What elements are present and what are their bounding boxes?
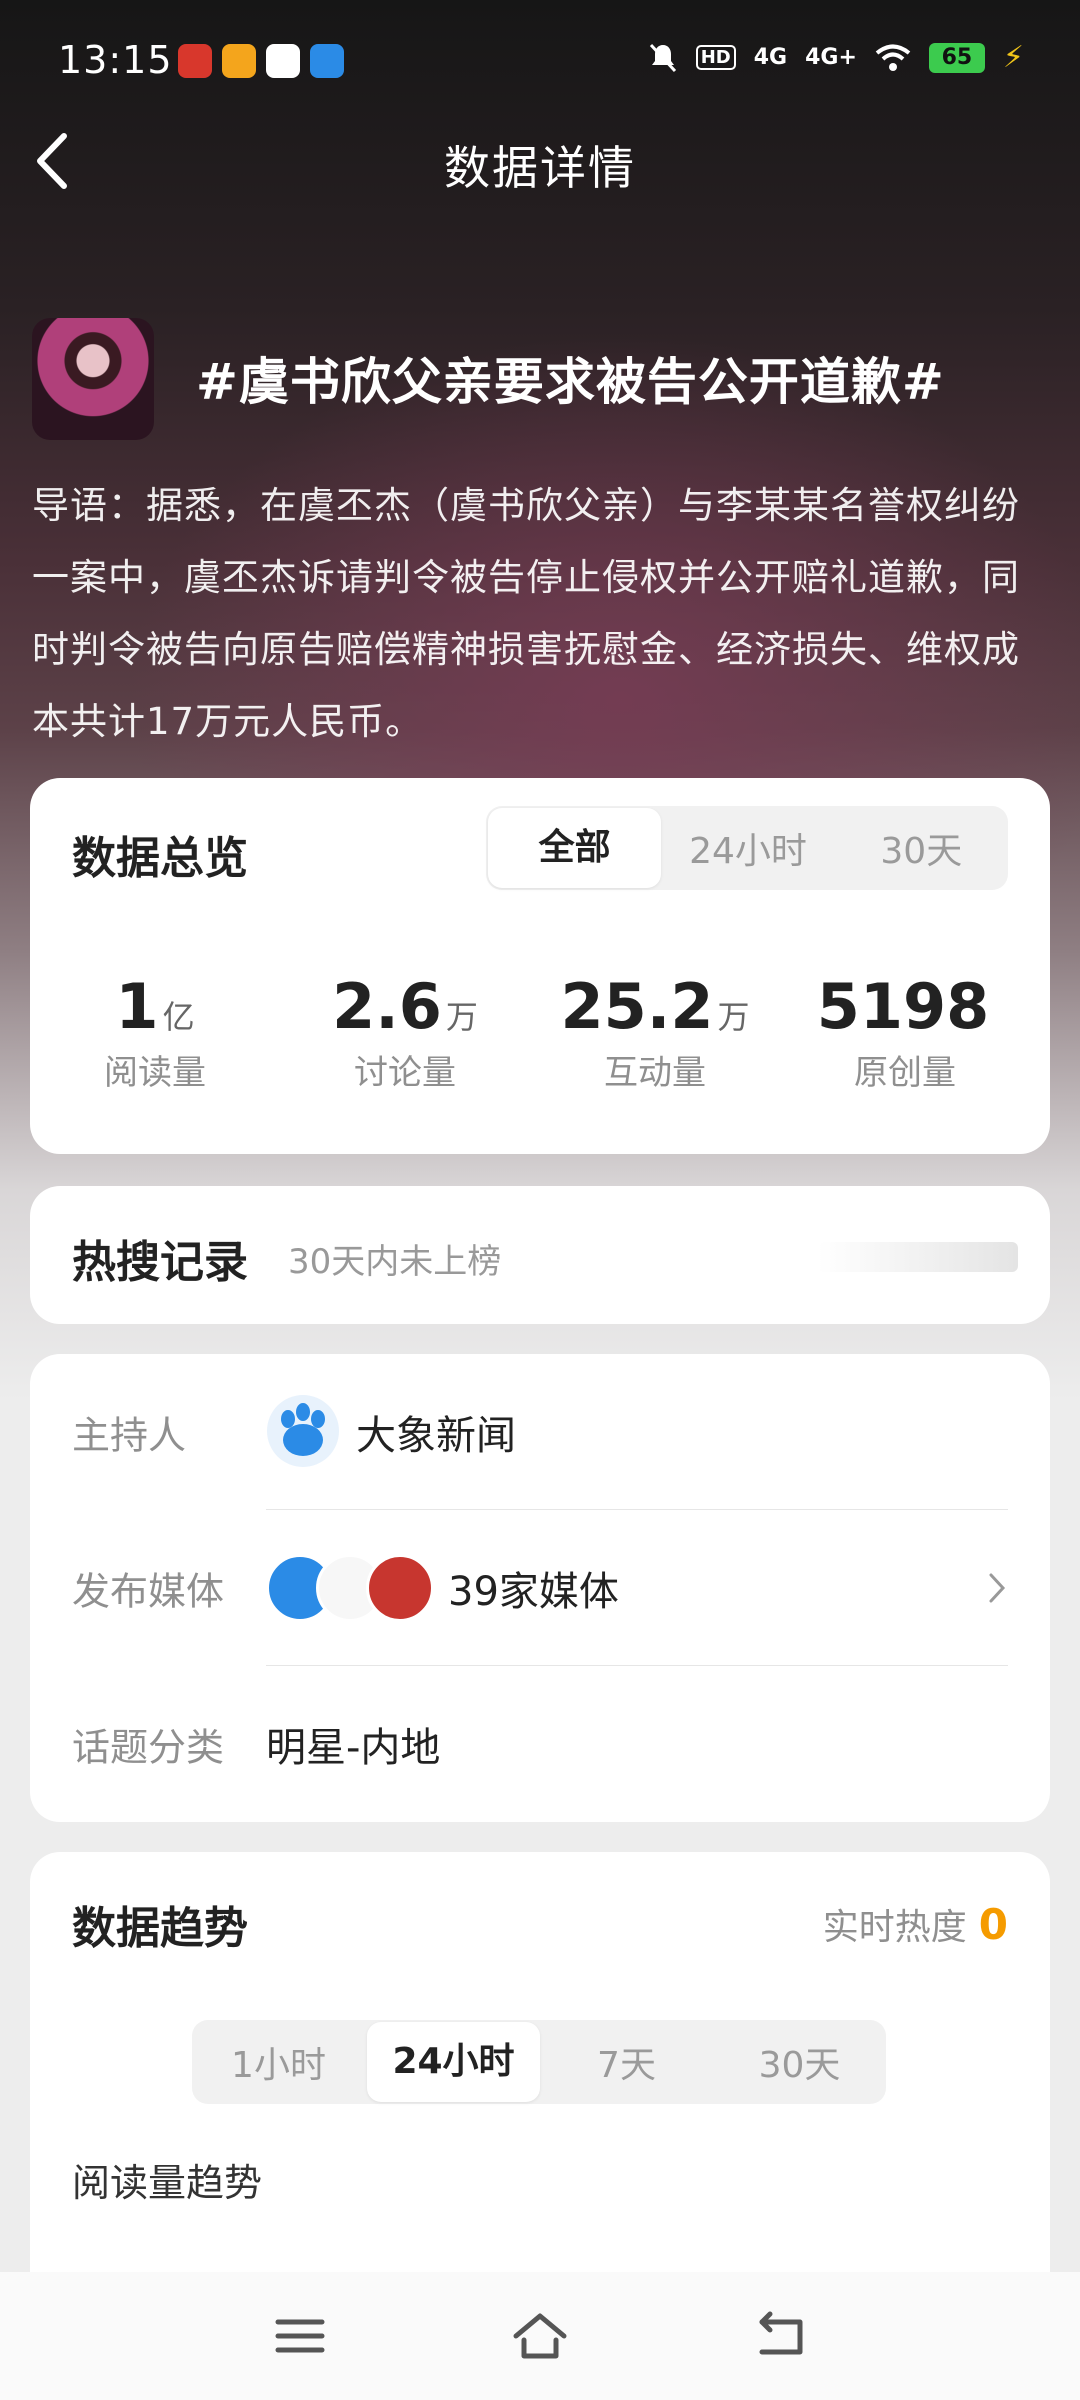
hot-search-card[interactable]: 热搜记录 30天内未上榜 bbox=[30, 1186, 1050, 1324]
category-row: 话题分类 明星-内地 bbox=[30, 1666, 1050, 1822]
wifi-icon bbox=[875, 44, 911, 71]
topic-avatar bbox=[32, 318, 154, 440]
page-title: 数据详情 bbox=[444, 141, 636, 195]
tab-7d[interactable]: 7天 bbox=[540, 2036, 713, 2088]
realtime-value: 0 bbox=[978, 1899, 1008, 1949]
weibo-notification-icon bbox=[222, 44, 256, 78]
chevron-right-icon bbox=[989, 1573, 1006, 1603]
realtime-heat: 实时热度 0 bbox=[823, 1898, 1008, 1950]
hot-search-title: 热搜记录 bbox=[72, 1237, 248, 1288]
hot-search-subtitle: 30天内未上榜 bbox=[288, 1242, 502, 1282]
stat-reads: 1亿 阅读量 bbox=[30, 970, 280, 1094]
host-avatar-icon bbox=[267, 1395, 339, 1467]
data-overview-card: 数据总览 全部 24小时 30天 1亿 阅读量 2.6 万 讨论量 25.2 万 互… bbox=[30, 778, 1050, 1154]
host-name: 大象新闻 bbox=[356, 1413, 516, 1459]
realtime-label: 实时热度 bbox=[822, 1907, 967, 1948]
menu-button[interactable] bbox=[270, 2306, 330, 2366]
category-value: 明星-内地 bbox=[266, 1725, 441, 1771]
host-label: 主持人 bbox=[72, 1413, 187, 1458]
status-time: 13:15 bbox=[58, 38, 173, 82]
trend-title: 数据趋势 bbox=[72, 1903, 248, 1954]
back-nav-icon bbox=[759, 2311, 803, 2355]
stat-unit: 万 bbox=[445, 998, 478, 1036]
charging-icon: ⚡ bbox=[1002, 40, 1024, 75]
signal-4gplus-icon: 4G+ bbox=[805, 45, 857, 70]
trend-range-tabs: 1小时 24小时 7天 30天 bbox=[192, 2020, 886, 2104]
media-count: 39家媒体 bbox=[448, 1569, 619, 1615]
hot-search-placeholder bbox=[818, 1242, 1018, 1272]
media-avatar bbox=[366, 1554, 434, 1622]
host-row[interactable]: 主持人 大象新闻 bbox=[30, 1354, 1050, 1510]
stat-interactions: 25.2 万 互动量 bbox=[530, 970, 780, 1094]
stat-label: 讨论量 bbox=[354, 1053, 456, 1093]
stat-unit: 亿 bbox=[162, 998, 195, 1036]
signal-4g-icon: 4G bbox=[753, 45, 788, 70]
topic-intro: 导语：据悉，在虞丕杰（虞书欣父亲）与李某某名誉权纠纷一案中，虞丕杰诉请判令被告停… bbox=[32, 484, 1020, 743]
stat-unit: 万 bbox=[717, 998, 750, 1036]
home-button[interactable] bbox=[510, 2306, 570, 2366]
stat-label: 原创量 bbox=[854, 1053, 956, 1093]
tab-24h[interactable]: 24小时 bbox=[661, 822, 834, 874]
media-label: 发布媒体 bbox=[72, 1569, 225, 1614]
tab-30d[interactable]: 30天 bbox=[835, 822, 1008, 874]
data-trend-card: 数据趋势 实时热度 0 1小时 24小时 7天 30天 阅读量趋势 bbox=[30, 1852, 1050, 2292]
app-notification-icon bbox=[178, 44, 212, 78]
system-navigation-bar bbox=[0, 2272, 1080, 2400]
reads-trend-label: 阅读量趋势 bbox=[72, 2161, 263, 2205]
app-notification-icon bbox=[266, 44, 300, 78]
battery-icon: 65 bbox=[928, 42, 985, 73]
media-avatars bbox=[266, 1554, 436, 1622]
status-bar: 13:15 HD 4G 4G+ 65 ⚡ bbox=[0, 0, 1080, 120]
stat-value: 25.2 bbox=[560, 970, 714, 1043]
stat-value: 2.6 bbox=[332, 970, 442, 1043]
stat-discussions: 2.6 万 讨论量 bbox=[280, 970, 530, 1094]
tab-all[interactable]: 全部 bbox=[488, 808, 662, 888]
stat-label: 互动量 bbox=[604, 1053, 706, 1093]
category-label: 话题分类 bbox=[72, 1725, 225, 1770]
back-nav-button[interactable] bbox=[750, 2306, 810, 2366]
media-row[interactable]: 发布媒体 39家媒体 bbox=[30, 1510, 1050, 1666]
topic-info-card: 主持人 大象新闻 发布媒体 39家媒体 话题分类 明星-内地 bbox=[30, 1354, 1050, 1822]
system-icons: HD 4G 4G+ 65 ⚡ bbox=[648, 40, 1024, 75]
stat-originals: 5198 原创量 bbox=[780, 970, 1030, 1094]
stat-value: 5198 bbox=[816, 970, 990, 1043]
stat-label: 阅读量 bbox=[104, 1053, 206, 1093]
tab-24h[interactable]: 24小时 bbox=[367, 2022, 540, 2102]
tab-1h[interactable]: 1小时 bbox=[192, 2036, 365, 2088]
overview-range-tabs: 全部 24小时 30天 bbox=[486, 806, 1008, 890]
tab-30d[interactable]: 30天 bbox=[713, 2036, 886, 2088]
hd-icon: HD bbox=[695, 45, 736, 70]
overview-stats: 1亿 阅读量 2.6 万 讨论量 25.2 万 互动量 5198 原创量 bbox=[30, 970, 1050, 1094]
baidu-notification-icon bbox=[310, 44, 344, 78]
menu-icon bbox=[275, 2319, 325, 2353]
notification-icons bbox=[178, 44, 344, 78]
topic-title: #虞书欣父亲要求被告公开道歉# bbox=[196, 353, 945, 411]
overview-title: 数据总览 bbox=[72, 833, 248, 884]
battery-level: 65 bbox=[941, 45, 973, 70]
mute-icon bbox=[649, 43, 676, 72]
stat-value: 1 bbox=[115, 970, 159, 1043]
home-icon bbox=[513, 2313, 567, 2359]
